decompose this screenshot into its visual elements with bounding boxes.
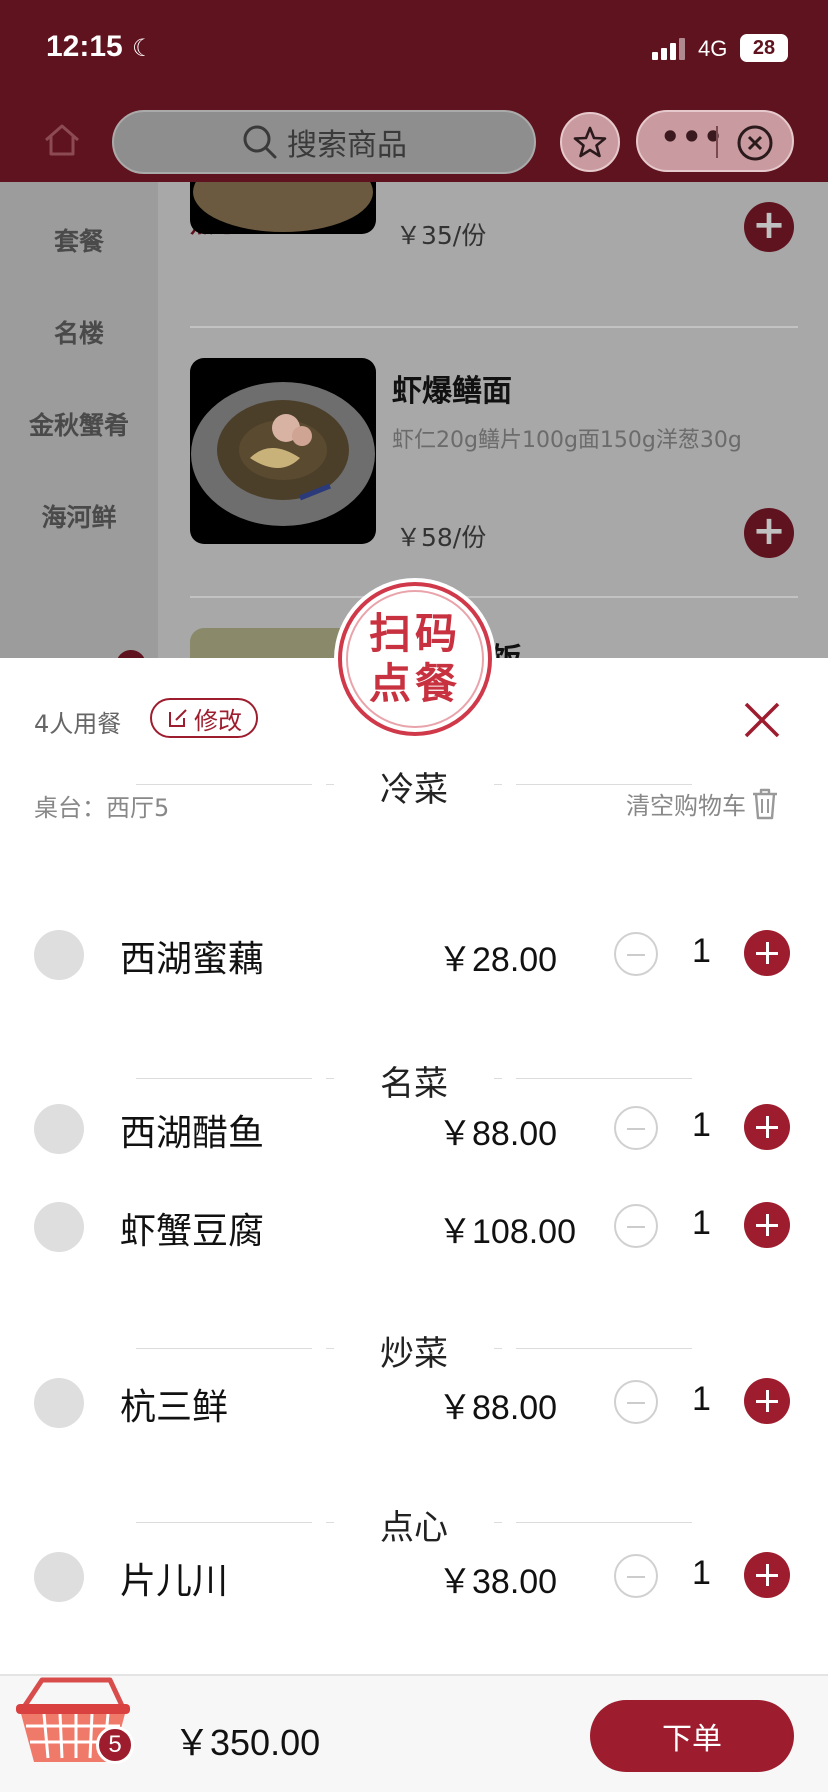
capsule-divider — [716, 126, 718, 158]
category-item[interactable]: 金秋蟹肴 — [0, 406, 158, 442]
dish-description: 虾仁20g鳝片100g面150g洋葱30g — [392, 428, 742, 453]
signal-icon — [652, 38, 688, 60]
moon-icon: ☾ — [132, 34, 154, 62]
cart-item-row: 西湖蜜藕 ￥28.00 1 — [0, 922, 828, 982]
network-label: 4G — [698, 36, 728, 61]
cart-item-name: 西湖醋鱼 — [120, 1113, 265, 1154]
cart-item-price: ￥88.00 — [438, 1115, 558, 1153]
select-checkbox[interactable] — [34, 1202, 84, 1252]
divider — [190, 596, 798, 598]
nav-bar: 搜索商品 ••• — [0, 100, 828, 182]
cart-item-row: 片儿川 ￥38.00 1 — [0, 1544, 828, 1604]
dish-price: ￥35/份 — [396, 221, 487, 250]
place-order-button[interactable]: 下单 — [590, 1700, 794, 1772]
cart-item-row: 西湖醋鱼 ￥88.00 1 — [0, 1096, 828, 1156]
decrease-button[interactable] — [614, 1380, 658, 1424]
cart-count-badge: 5 — [96, 1726, 134, 1764]
dish-price: ￥58/份 — [396, 523, 487, 552]
search-placeholder: 搜索商品 — [287, 128, 407, 163]
cart-item-price: ￥28.00 — [438, 941, 558, 979]
edit-guests-button[interactable]: 修改 — [150, 698, 258, 738]
dish-image[interactable] — [190, 182, 376, 234]
cart-item-price: ￥108.00 — [438, 1213, 576, 1251]
cart-item-qty: 1 — [692, 932, 711, 970]
dish-name: 虾爆鳝面 — [392, 374, 512, 409]
increase-button[interactable] — [744, 1552, 790, 1598]
category-item[interactable]: 套餐 — [0, 222, 158, 258]
increase-button[interactable] — [744, 930, 790, 976]
cart-item-row: 杭三鲜 ￥88.00 1 — [0, 1370, 828, 1430]
more-icon[interactable]: ••• — [660, 118, 724, 156]
cart-item-name: 西湖蜜藕 — [120, 939, 265, 980]
stamp-line-1: 扫码 — [368, 609, 461, 658]
status-time: 12:15 — [46, 30, 123, 63]
scan-order-stamp: 扫码 点餐 — [338, 582, 492, 736]
select-checkbox[interactable] — [34, 1378, 84, 1428]
cart-item-qty: 1 — [692, 1554, 711, 1592]
cart-section-title: 冷菜 — [380, 770, 448, 810]
close-icon[interactable] — [742, 700, 782, 740]
decrease-button[interactable] — [614, 1106, 658, 1150]
star-icon — [573, 126, 607, 158]
cart-total: ￥350.00 — [174, 1722, 321, 1763]
cart-footer: 5 ￥350.00 下单 — [0, 1674, 828, 1792]
category-item[interactable]: 名楼 — [0, 314, 158, 350]
cart-sheet: 4人用餐 修改 桌台：西厅5 清空购物车 冷菜 西湖蜜藕 ￥28.00 1 名菜 — [0, 658, 828, 1792]
category-sidebar: 套餐 名楼 金秋蟹肴 海河鲜 — [0, 182, 158, 660]
cart-section-title: 点心 — [380, 1508, 448, 1548]
cart-item-price: ￥88.00 — [438, 1389, 558, 1427]
cart-item-row: 虾蟹豆腐 ￥108.00 1 — [0, 1194, 828, 1254]
cart-section-header: 炒菜 — [0, 1326, 828, 1374]
cart-item-name: 虾蟹豆腐 — [120, 1211, 265, 1252]
miniprogram-capsule: ••• — [636, 110, 794, 172]
cart-item-name: 杭三鲜 — [120, 1387, 229, 1428]
cart-item-price: ￥38.00 — [438, 1563, 558, 1601]
category-item[interactable]: 海河鲜 — [0, 498, 158, 534]
increase-button[interactable] — [744, 1378, 790, 1424]
close-circle-icon[interactable] — [736, 124, 774, 162]
cart-item-qty: 1 — [692, 1106, 711, 1144]
status-bar: 12:15 ☾ 4G 28 — [0, 0, 828, 100]
home-icon[interactable] — [40, 118, 84, 162]
dish-name: 饭 — [492, 642, 522, 660]
decrease-button[interactable] — [614, 932, 658, 976]
add-dish-button[interactable]: + — [744, 202, 794, 252]
cart-item-qty: 1 — [692, 1380, 711, 1418]
edit-icon — [169, 709, 187, 727]
cart-item-qty: 1 — [692, 1204, 711, 1242]
edit-label: 修改 — [194, 706, 242, 735]
cart-section-title: 炒菜 — [380, 1334, 448, 1374]
search-icon — [243, 125, 277, 159]
cart-section-header: 点心 — [0, 1500, 828, 1548]
favorite-button[interactable] — [560, 112, 620, 172]
search-input[interactable]: 搜索商品 — [112, 110, 536, 174]
increase-button[interactable] — [744, 1202, 790, 1248]
battery-icon: 28 — [740, 34, 788, 62]
select-checkbox[interactable] — [34, 1552, 84, 1602]
divider — [190, 326, 798, 328]
select-checkbox[interactable] — [34, 930, 84, 980]
decrease-button[interactable] — [614, 1554, 658, 1598]
cart-section-header: 名菜 — [0, 1056, 828, 1104]
add-dish-button[interactable]: + — [744, 508, 794, 558]
decrease-button[interactable] — [614, 1204, 658, 1248]
guest-count: 4人用餐 — [34, 710, 122, 738]
stamp-line-2: 点餐 — [368, 659, 461, 708]
cart-section-header: 冷菜 — [0, 762, 828, 810]
select-checkbox[interactable] — [34, 1104, 84, 1154]
cart-item-name: 片儿川 — [120, 1561, 229, 1602]
dish-image[interactable] — [190, 358, 376, 544]
increase-button[interactable] — [744, 1104, 790, 1150]
